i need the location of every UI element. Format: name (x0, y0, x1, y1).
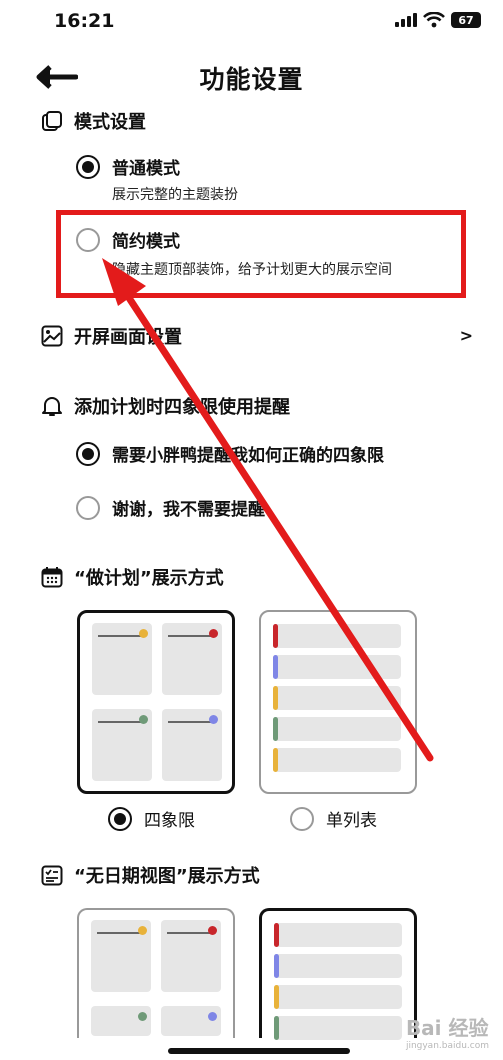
header: 功能设置 (0, 56, 503, 100)
quadrant-tile (162, 623, 222, 695)
undated-list-card[interactable] (259, 908, 417, 1040)
chevron-right-icon[interactable]: > (460, 326, 473, 345)
image-icon (40, 324, 64, 348)
plan-display-section-header: “做计划”展示方式 (40, 564, 224, 590)
plan-option-quadrant[interactable]: 四象限 (108, 806, 195, 831)
list-row (273, 717, 401, 741)
list-row (274, 954, 402, 978)
reminder-option-yes[interactable]: 需要小胖鸭提醒我如何正确的四象限 (76, 441, 384, 466)
checklist-icon (40, 863, 64, 887)
radio-list[interactable] (290, 806, 314, 831)
watermark-sub: jingyan.baidu.com (405, 1041, 489, 1051)
status-bar: 16:21 67 (0, 0, 503, 44)
layers-icon (40, 109, 64, 133)
plan-option-list-label: 单列表 (326, 811, 377, 831)
battery-icon: 67 (451, 12, 481, 28)
mode-option-normal[interactable]: 普通模式 (76, 154, 180, 179)
radio-quadrant[interactable] (108, 806, 132, 831)
list-row (274, 1016, 402, 1040)
plan-option-list[interactable]: 单列表 (290, 806, 377, 831)
home-indicator[interactable] (168, 1048, 350, 1054)
plan-option-quadrant-label: 四象限 (144, 811, 195, 831)
mode-option-normal-label: 普通模式 (112, 159, 180, 179)
plan-display-section-title: “做计划”展示方式 (74, 568, 224, 589)
page-title: 功能设置 (199, 65, 304, 94)
list-row (273, 748, 401, 772)
reminder-option-no-label: 谢谢，我不需要提醒 (112, 500, 265, 520)
annotation-highlight-box (56, 210, 466, 298)
radio-normal-mode[interactable] (76, 154, 100, 179)
quadrant-layout-card[interactable] (77, 610, 235, 794)
list-row (274, 923, 402, 947)
list-row (273, 624, 401, 648)
quadrant-tile (91, 1006, 151, 1036)
list-row (273, 686, 401, 710)
reminder-option-yes-label: 需要小胖鸭提醒我如何正确的四象限 (112, 446, 384, 466)
reminder-section-header: 添加计划时四象限使用提醒 (40, 393, 290, 419)
quadrant-tile (92, 709, 152, 781)
splash-section-title: 开屏画面设置 (74, 327, 182, 348)
splash-setting-row[interactable]: 开屏画面设置 (40, 323, 182, 349)
mode-section-header: 模式设置 (40, 108, 146, 134)
list-layout-card[interactable] (259, 610, 417, 794)
calendar-icon (40, 565, 64, 589)
undated-display-section-header: “无日期视图”展示方式 (40, 862, 260, 888)
wifi-icon (423, 12, 445, 28)
reminder-option-no[interactable]: 谢谢，我不需要提醒 (76, 495, 265, 520)
quadrant-tile (91, 920, 151, 992)
mode-option-normal-desc: 展示完整的主题装扮 (112, 187, 238, 203)
status-icons: 67 (395, 12, 481, 28)
list-row (273, 655, 401, 679)
list-row (274, 985, 402, 1009)
watermark: Bai 经验 jingyan.baidu.com (406, 1012, 489, 1051)
undated-quadrant-card[interactable] (77, 908, 235, 1038)
bell-icon (40, 394, 64, 418)
undated-display-section-title: “无日期视图”展示方式 (74, 866, 260, 887)
radio-reminder-yes[interactable] (76, 441, 100, 466)
signal-icon (395, 13, 417, 27)
radio-reminder-no[interactable] (76, 495, 100, 520)
watermark-text: Bai 经验 (405, 1016, 489, 1040)
quadrant-tile (161, 920, 221, 992)
mode-section-title: 模式设置 (74, 112, 146, 133)
quadrant-tile (92, 623, 152, 695)
quadrant-tile (161, 1006, 221, 1036)
quadrant-tile (162, 709, 222, 781)
status-time: 16:21 (54, 10, 115, 32)
reminder-section-title: 添加计划时四象限使用提醒 (74, 397, 290, 418)
